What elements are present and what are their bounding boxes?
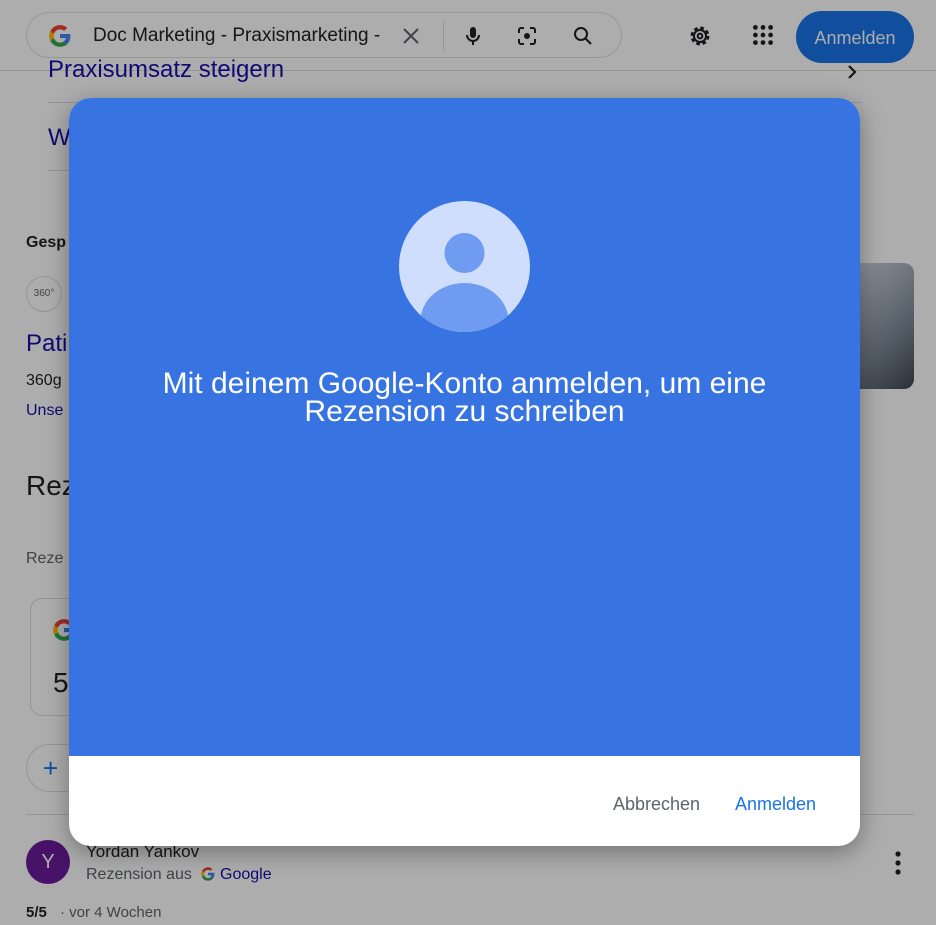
signin-dialog: Mit deinem Google-Konto anmelden, um ein… xyxy=(69,98,860,846)
dialog-message-line-1: Mit deinem Google-Konto anmelden, um ein… xyxy=(162,367,767,400)
dialog-message-line-2: Rezension zu schreiben xyxy=(304,395,625,428)
dialog-message: Mit deinem Google-Konto anmelden, um ein… xyxy=(109,367,820,428)
cancel-button[interactable]: Abbrechen xyxy=(613,788,700,820)
avatar-placeholder-icon xyxy=(399,201,530,332)
dialog-banner: Mit deinem Google-Konto anmelden, um ein… xyxy=(69,98,860,756)
signin-button[interactable]: Anmelden xyxy=(735,788,816,820)
